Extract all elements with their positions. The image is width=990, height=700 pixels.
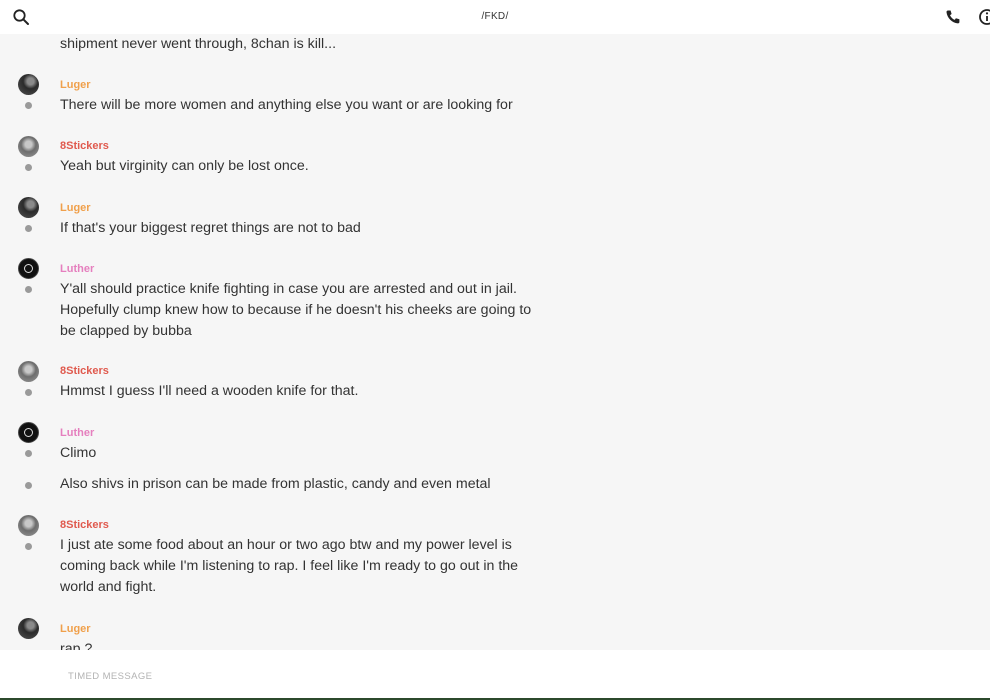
- message-dot: [25, 286, 32, 293]
- avatar[interactable]: [18, 136, 39, 157]
- phone-icon[interactable]: [944, 8, 962, 26]
- avatar[interactable]: [18, 74, 39, 95]
- message-author[interactable]: 8Stickers: [60, 519, 109, 531]
- message-dot: [25, 225, 32, 232]
- avatar[interactable]: [18, 361, 39, 382]
- message-text: rap ?: [60, 641, 93, 650]
- message-text: shipment never went through, 8chan is ki…: [60, 36, 337, 52]
- message-author[interactable]: Luger: [60, 79, 91, 91]
- message-text: Climo: [60, 445, 97, 461]
- message-author[interactable]: 8Stickers: [60, 140, 109, 152]
- message-dot: [25, 389, 32, 396]
- message-text: Also shivs in prison can be made from pl…: [60, 476, 491, 492]
- avatar[interactable]: [18, 422, 39, 443]
- message-dot: [25, 450, 32, 457]
- message-feed[interactable]: shipment never went through, 8chan is ki…: [0, 34, 990, 650]
- message-input[interactable]: [66, 667, 770, 685]
- message-author[interactable]: Luther: [60, 427, 94, 439]
- message-text: I just ate some food about an hour or tw…: [60, 537, 519, 595]
- message-dot: [25, 543, 32, 550]
- message-dot: [25, 102, 32, 109]
- avatar[interactable]: [18, 515, 39, 536]
- message-text: Yeah but virginity can only be lost once…: [60, 158, 309, 174]
- message-text: Hmmst I guess I'll need a wooden knife f…: [60, 383, 359, 399]
- message-author[interactable]: Luger: [60, 202, 91, 214]
- info-icon[interactable]: [978, 8, 990, 26]
- composer-bar: [0, 650, 990, 700]
- message-text: Y'all should practice knife fighting in …: [60, 281, 532, 339]
- top-bar: /FKD/: [0, 0, 990, 34]
- avatar[interactable]: [18, 618, 39, 639]
- avatar[interactable]: [18, 197, 39, 218]
- message-dot: [25, 164, 32, 171]
- message-text: There will be more women and anything el…: [60, 97, 513, 113]
- conversation-title: /FKD/: [481, 11, 509, 22]
- message-dot: [25, 482, 32, 489]
- message-author[interactable]: Luger: [60, 623, 91, 635]
- avatar[interactable]: [18, 258, 39, 279]
- message-text: If that's your biggest regret things are…: [60, 220, 361, 236]
- message-author[interactable]: 8Stickers: [60, 365, 109, 377]
- message-author[interactable]: Luther: [60, 263, 94, 275]
